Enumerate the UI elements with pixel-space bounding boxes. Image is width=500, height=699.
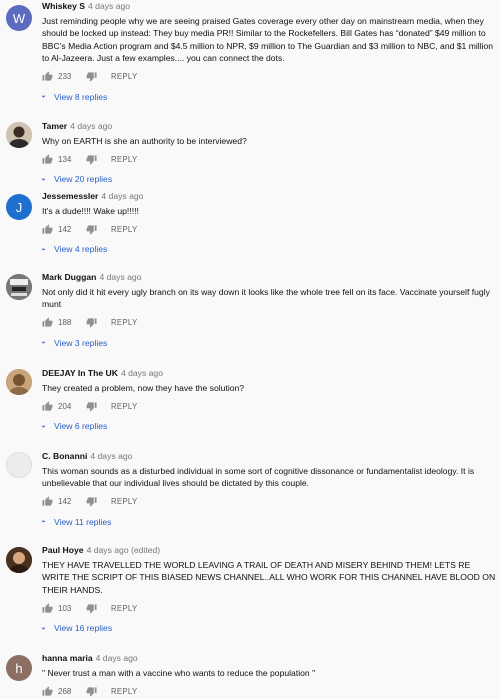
comment-date[interactable]: 4 days ago bbox=[70, 121, 112, 131]
reply-button[interactable]: REPLY bbox=[111, 497, 138, 506]
avatar[interactable]: W bbox=[6, 5, 32, 31]
avatar[interactable] bbox=[6, 369, 32, 395]
view-replies-label: View 16 replies bbox=[54, 623, 113, 634]
view-replies-link[interactable]: View 3 replies bbox=[41, 337, 496, 348]
view-replies-label: View 3 replies bbox=[54, 337, 108, 348]
comment-text: It's a dude!!!! Wake up!!!!! bbox=[42, 206, 139, 216]
dislike-icon[interactable] bbox=[86, 686, 97, 697]
dislike-icon[interactable] bbox=[86, 317, 97, 328]
comment-text: This woman sounds as a disturbed individ… bbox=[42, 466, 475, 489]
view-replies-label: View 11 replies bbox=[54, 516, 112, 527]
reply-button[interactable]: REPLY bbox=[111, 604, 138, 613]
comment-date[interactable]: 4 days ago bbox=[90, 451, 132, 461]
like-count: 142 bbox=[58, 224, 72, 234]
chevron-down-icon bbox=[41, 248, 46, 251]
like-count: 233 bbox=[58, 72, 72, 82]
comment-text: They created a problem, now they have th… bbox=[42, 383, 245, 393]
comment-date[interactable]: 4 days ago (edited) bbox=[87, 545, 161, 555]
chevron-down-icon bbox=[41, 342, 46, 344]
comment-date[interactable]: 4 days ago bbox=[101, 191, 143, 201]
view-replies-link[interactable]: View 6 replies bbox=[41, 421, 496, 432]
comment-author[interactable]: Paul Hoye bbox=[42, 545, 84, 555]
comment-date[interactable]: 4 days ago bbox=[88, 1, 130, 11]
like-icon[interactable] bbox=[42, 71, 53, 82]
comment-author[interactable]: Mark Duggan bbox=[42, 272, 96, 282]
like-count: 142 bbox=[58, 497, 72, 507]
dislike-icon[interactable] bbox=[86, 154, 97, 165]
chevron-down-icon bbox=[41, 425, 46, 428]
dislike-icon[interactable] bbox=[86, 401, 97, 412]
like-count: 204 bbox=[58, 401, 72, 411]
like-icon[interactable] bbox=[42, 317, 53, 328]
blank-avatar-icon bbox=[7, 453, 31, 477]
like-icon[interactable] bbox=[42, 401, 53, 412]
view-replies-link[interactable]: View 11 replies bbox=[41, 516, 496, 527]
reply-button[interactable]: REPLY bbox=[111, 687, 138, 696]
like-icon[interactable] bbox=[42, 496, 53, 507]
chevron-down-icon bbox=[41, 627, 46, 630]
view-replies-label: View 20 replies bbox=[54, 174, 113, 185]
comment-author[interactable]: Whiskey S bbox=[42, 1, 85, 11]
poster-image-icon bbox=[6, 274, 32, 300]
comment-date[interactable]: 4 days ago bbox=[99, 272, 141, 282]
person-photo-icon bbox=[6, 369, 32, 395]
view-replies-label: View 6 replies bbox=[54, 421, 108, 432]
comment-author[interactable]: Jessemessler bbox=[42, 191, 98, 201]
like-count: 268 bbox=[58, 686, 72, 696]
avatar-letter: h bbox=[15, 660, 23, 676]
avatar[interactable]: J bbox=[6, 194, 32, 220]
reply-button[interactable]: REPLY bbox=[111, 72, 138, 81]
reply-button[interactable]: REPLY bbox=[111, 155, 138, 164]
like-icon[interactable] bbox=[42, 154, 53, 165]
comment-author[interactable]: DEEJAY In The UK bbox=[42, 368, 118, 378]
avatar[interactable] bbox=[6, 122, 32, 148]
comment-author[interactable]: hanna maria bbox=[42, 653, 93, 663]
avatar[interactable] bbox=[6, 547, 32, 573]
view-replies-link[interactable]: View 16 replies bbox=[41, 623, 496, 634]
reply-button[interactable]: REPLY bbox=[111, 318, 138, 327]
dislike-icon[interactable] bbox=[86, 71, 97, 82]
like-icon[interactable] bbox=[42, 603, 53, 614]
chevron-down-icon bbox=[41, 95, 46, 98]
avatar-letter: J bbox=[15, 199, 23, 215]
person-photo-icon bbox=[6, 122, 32, 148]
like-count: 188 bbox=[58, 318, 72, 328]
chevron-down-icon bbox=[41, 521, 46, 523]
like-count: 134 bbox=[58, 154, 72, 164]
view-replies-link[interactable]: View 20 replies bbox=[41, 174, 496, 185]
view-replies-label: View 4 replies bbox=[54, 244, 108, 255]
comments-feed: W Whiskey S4 days ago Just reminding peo… bbox=[0, 0, 500, 699]
comment-text: Just reminding people why we are seeing … bbox=[42, 16, 494, 64]
like-icon[interactable] bbox=[42, 686, 53, 697]
avatar[interactable] bbox=[6, 452, 32, 478]
like-count: 103 bbox=[58, 603, 72, 613]
avatar[interactable] bbox=[6, 274, 32, 300]
comment-author[interactable]: Tamer bbox=[42, 121, 67, 131]
chevron-down-icon bbox=[41, 178, 46, 181]
view-replies-link[interactable]: View 4 replies bbox=[41, 244, 496, 255]
view-replies-link[interactable]: View 8 replies bbox=[41, 91, 496, 102]
comment-text: THEY HAVE TRAVELLED THE WORLD LEAVING A … bbox=[42, 560, 496, 595]
comment-text: Why on EARTH is she an authority to be i… bbox=[42, 136, 247, 146]
dislike-icon[interactable] bbox=[86, 224, 97, 235]
avatar[interactable]: h bbox=[6, 655, 32, 681]
avatar-letter: W bbox=[12, 10, 26, 26]
comment-date[interactable]: 4 days ago bbox=[121, 368, 163, 378]
dislike-icon[interactable] bbox=[86, 603, 97, 614]
comment-author[interactable]: C. Bonanni bbox=[42, 451, 87, 461]
person-photo-icon bbox=[6, 547, 32, 573]
comment-text: Not only did it hit every ugly branch on… bbox=[42, 287, 490, 310]
dislike-icon[interactable] bbox=[86, 496, 97, 507]
view-replies-label: View 8 replies bbox=[54, 91, 108, 102]
reply-button[interactable]: REPLY bbox=[111, 225, 138, 234]
like-icon[interactable] bbox=[42, 224, 53, 235]
reply-button[interactable]: REPLY bbox=[111, 402, 138, 411]
comment-date[interactable]: 4 days ago bbox=[96, 653, 138, 663]
comment-text: " Never trust a man with a vaccine who w… bbox=[42, 668, 316, 678]
